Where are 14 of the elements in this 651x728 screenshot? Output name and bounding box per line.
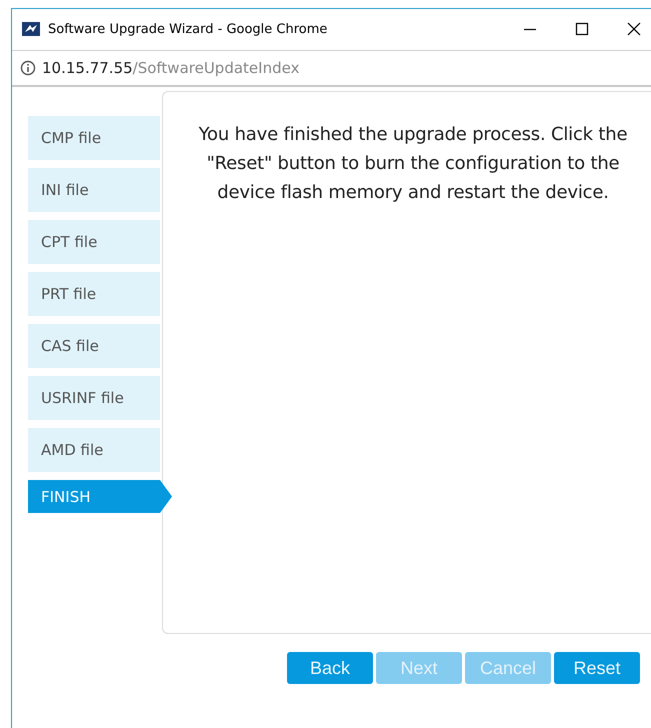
wizard-step[interactable]: AMD file bbox=[28, 428, 160, 472]
finish-message: You have finished the upgrade process. Click the "Reset" button to burn the configuration to the device flash memory and restart the device. bbox=[198, 123, 628, 205]
close-icon[interactable] bbox=[627, 22, 641, 36]
wizard-step[interactable]: PRT file bbox=[28, 272, 160, 316]
info-icon[interactable] bbox=[20, 60, 36, 76]
maximize-icon[interactable] bbox=[575, 22, 589, 36]
wizard-step[interactable]: CAS file bbox=[28, 324, 160, 368]
wizard-step[interactable]: USRINF file bbox=[28, 376, 160, 420]
wizard-step[interactable]: CPT file bbox=[28, 220, 160, 264]
url-text[interactable]: 10.15.77.55/SoftwareUpdateIndex bbox=[42, 59, 300, 77]
wizard-step[interactable]: INI file bbox=[28, 168, 160, 212]
app-logo-icon bbox=[22, 22, 40, 36]
window-title: Software Upgrade Wizard - Google Chrome bbox=[48, 22, 328, 36]
wizard-step[interactable]: CMP file bbox=[28, 116, 160, 160]
